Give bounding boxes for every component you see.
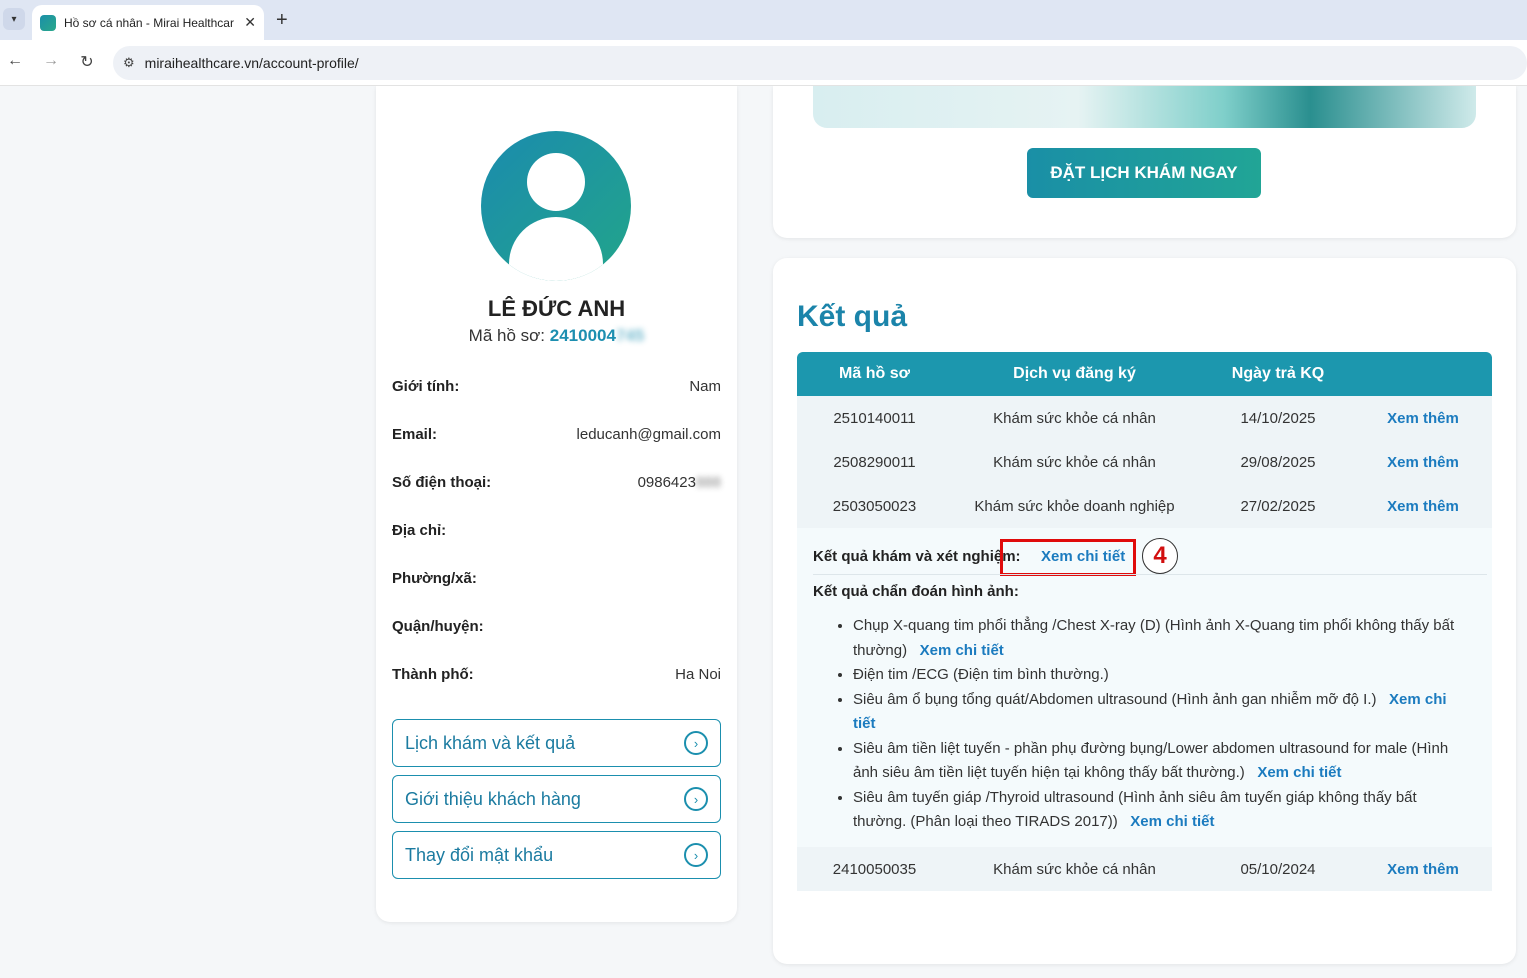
row-date: 05/10/2024 xyxy=(1240,860,1316,878)
profile-code-hidden: 745 xyxy=(615,326,645,345)
info-label: Phường/xã: xyxy=(392,570,477,587)
row-code: 2410050035 xyxy=(832,860,917,878)
imaging-result-list: Chụp X-quang tim phổi thẳng /Chest X-ray… xyxy=(853,614,1473,835)
profile-code: Mã hồ sơ: 2410004745 xyxy=(376,326,737,346)
info-row-email: Email: leducanh@gmail.com xyxy=(392,426,721,443)
chevron-right-circle-icon: › xyxy=(684,787,708,811)
info-value: Ha Noi xyxy=(675,666,721,683)
info-label: Email: xyxy=(392,426,438,443)
list-item: Chụp X-quang tim phổi thẳng /Chest X-ray… xyxy=(853,614,1473,663)
reload-icon[interactable]: ↻ xyxy=(76,52,98,72)
mirai-favicon-icon xyxy=(40,14,56,31)
tab-title: Hồ sơ cá nhân - Mirai Healthcare xyxy=(64,15,234,30)
browser-toolbar: ← → ↻ ⚙ miraihealthcare.vn/account-profi… xyxy=(0,40,1527,86)
avatar-icon xyxy=(481,131,631,281)
browser-tab-active[interactable]: Hồ sơ cá nhân - Mirai Healthcare ✕ xyxy=(32,5,264,40)
results-title: Kết quả xyxy=(797,300,908,333)
chevron-right-circle-icon: › xyxy=(684,843,708,867)
url-text[interactable]: miraihealthcare.vn/account-profile/ xyxy=(145,55,359,71)
view-more-link[interactable]: Xem thêm xyxy=(1359,440,1487,484)
info-label: Thành phố: xyxy=(392,666,474,683)
view-more-link[interactable]: Xem thêm xyxy=(1359,847,1487,891)
annotation-highlight-box xyxy=(1000,539,1136,576)
row-service: Khám sức khỏe doanh nghiệp xyxy=(974,497,1175,515)
chevron-right-circle-icon: › xyxy=(684,731,708,755)
info-label: Địa chỉ: xyxy=(392,522,447,539)
results-card: Kết quả Mã hồ sơ Dịch vụ đăng ký Ngày tr… xyxy=(773,258,1516,964)
profile-code-value: 2410004 xyxy=(549,326,616,345)
imaging-item-text: Siêu âm ổ bụng tổng quát/Abdomen ultraso… xyxy=(853,690,1377,708)
imaging-item-text: Điện tim /ECG (Điện tim bình thường.) xyxy=(853,666,1109,683)
new-tab-plus-icon[interactable]: + xyxy=(276,9,288,32)
address-bar[interactable]: ⚙ miraihealthcare.vn/account-profile/ xyxy=(113,46,1527,80)
row-code: 2508290011 xyxy=(833,453,916,471)
info-value: 0986423888 xyxy=(638,474,721,491)
view-more-link[interactable]: Xem thêm xyxy=(1359,396,1487,440)
info-value: Nam xyxy=(689,378,721,395)
back-arrow-icon[interactable]: ← xyxy=(4,52,26,70)
refer-customer-button[interactable]: Giới thiệu khách hàng › xyxy=(392,775,721,823)
info-row-phone: Số điện thoại: 0986423888 xyxy=(392,474,721,491)
profile-card: LÊ ĐỨC ANH Mã hồ sơ: 2410004745 Giới tín… xyxy=(376,86,737,922)
menu-label: Giới thiệu khách hàng xyxy=(405,788,581,809)
info-value: leducanh@gmail.com xyxy=(576,426,721,443)
promo-banner-image xyxy=(813,86,1476,128)
row-date: 27/02/2025 xyxy=(1240,497,1316,515)
list-item: Điện tim /ECG (Điện tim bình thường.) xyxy=(853,663,1473,688)
site-info-icon[interactable]: ⚙ xyxy=(123,55,135,71)
tab-close-icon[interactable]: ✕ xyxy=(244,14,256,31)
info-row-city: Thành phố: Ha Noi xyxy=(392,666,721,683)
results-table-header: Mã hồ sơ Dịch vụ đăng ký Ngày trả KQ xyxy=(797,352,1492,396)
row-service: Khám sức khỏe cá nhân xyxy=(993,860,1156,878)
imaging-view-detail-link[interactable]: Xem chi tiết xyxy=(1130,813,1214,830)
row-service: Khám sức khỏe cá nhân xyxy=(993,409,1156,427)
imaging-result-label: Kết quả chẩn đoán hình ảnh: xyxy=(813,583,1019,600)
info-row-gender: Giới tính: Nam xyxy=(392,378,721,395)
row-code: 2510140011 xyxy=(833,409,916,427)
row-date: 14/10/2025 xyxy=(1240,409,1316,427)
tab-list-dropdown-icon[interactable]: ▾ xyxy=(3,8,25,30)
profile-name: LÊ ĐỨC ANH xyxy=(487,296,626,321)
imaging-view-detail-link[interactable]: Xem chi tiết xyxy=(920,642,1004,659)
list-item: Siêu âm tuyến giáp /Thyroid ultrasound (… xyxy=(853,786,1473,835)
list-item: Siêu âm ổ bụng tổng quát/Abdomen ultraso… xyxy=(853,688,1473,737)
info-label: Số điện thoại: xyxy=(392,474,492,491)
info-label: Quận/huyện: xyxy=(392,618,484,635)
phone-visible: 0986423 xyxy=(637,474,696,491)
menu-label: Lịch khám và kết quả xyxy=(405,732,576,753)
col-header-date: Ngày trả KQ xyxy=(1231,365,1325,382)
lab-result-label: Kết quả khám và xét nghiệm: xyxy=(813,548,1021,565)
view-more-link[interactable]: Xem thêm xyxy=(1359,484,1487,528)
change-password-button[interactable]: Thay đổi mật khẩu › xyxy=(392,831,721,879)
info-row-address: Địa chỉ: xyxy=(392,522,721,539)
page-content: LÊ ĐỨC ANH Mã hồ sơ: 2410004745 Giới tín… xyxy=(0,86,1527,978)
phone-hidden: 888 xyxy=(695,474,721,491)
info-row-ward: Phường/xã: xyxy=(392,570,721,587)
appointments-results-button[interactable]: Lịch khám và kết quả › xyxy=(392,719,721,767)
forward-arrow-icon[interactable]: → xyxy=(40,52,62,70)
imaging-item-text: Siêu âm tiền liệt tuyến - phần phụ đường… xyxy=(853,739,1449,782)
info-label: Giới tính: xyxy=(392,378,460,395)
book-appointment-button[interactable]: ĐẶT LỊCH KHÁM NGAY xyxy=(1027,148,1261,198)
annotation-step-number: 4 xyxy=(1142,538,1178,574)
row-service: Khám sức khỏe cá nhân xyxy=(993,453,1156,471)
browser-tabbar: ▾ Hồ sơ cá nhân - Mirai Healthcare ✕ + xyxy=(0,0,1527,40)
table-row: 2508290011 Khám sức khỏe cá nhân 29/08/2… xyxy=(797,440,1492,484)
col-header-code: Mã hồ sơ xyxy=(839,365,910,382)
col-header-service: Dịch vụ đăng ký xyxy=(1013,365,1136,382)
booking-card: ĐẶT LỊCH KHÁM NGAY xyxy=(773,86,1516,238)
table-row: 2503050023 Khám sức khỏe doanh nghiệp 27… xyxy=(797,484,1492,528)
list-item: Siêu âm tiền liệt tuyến - phần phụ đường… xyxy=(853,737,1473,786)
table-row: 2510140011 Khám sức khỏe cá nhân 14/10/2… xyxy=(797,396,1492,440)
row-code: 2503050023 xyxy=(832,497,917,515)
table-row: 2410050035 Khám sức khỏe cá nhân 05/10/2… xyxy=(797,847,1492,891)
result-detail-panel: Kết quả khám và xét nghiệm: Xem chi tiết… xyxy=(797,528,1492,848)
menu-label: Thay đổi mật khẩu xyxy=(405,844,554,865)
row-date: 29/08/2025 xyxy=(1240,453,1316,471)
divider xyxy=(813,574,1487,575)
profile-code-label: Mã hồ sơ: xyxy=(468,326,546,345)
info-row-district: Quận/huyện: xyxy=(392,618,721,635)
imaging-view-detail-link[interactable]: Xem chi tiết xyxy=(1257,764,1341,781)
